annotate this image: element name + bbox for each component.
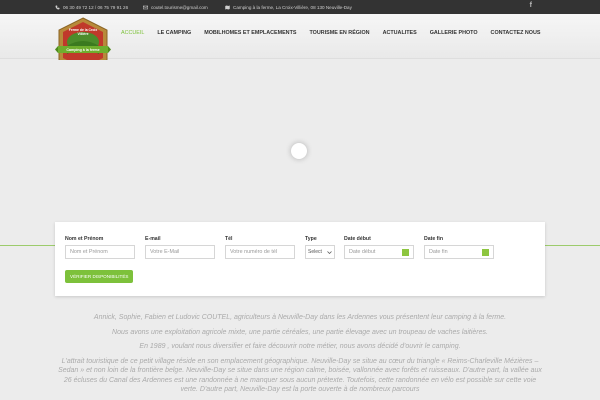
phone-info[interactable]: 06 30 49 72 12 / 06 75 79 91 26 xyxy=(55,2,128,12)
nav-actualites[interactable]: ACTUALITES xyxy=(383,30,417,36)
nav-tourisme[interactable]: TOURISME EN RÉGION xyxy=(309,30,369,36)
intro-paragraph: Annick, Sophie, Fabien et Ludovic COUTEL… xyxy=(93,314,507,321)
tel-input[interactable]: Votre numéro de tél xyxy=(225,245,295,259)
main-nav: ACCUEIL LE CAMPING MOBILHOMES ET EMPLACE… xyxy=(121,30,553,36)
nav-mobilhomes[interactable]: MOBILHOMES ET EMPLACEMENTS xyxy=(204,30,296,36)
phone-icon xyxy=(55,5,60,9)
site-header: Ferme de la Croix Villière Camping à la … xyxy=(0,14,600,73)
type-select[interactable]: Select xyxy=(305,245,335,259)
facebook-icon[interactable]: f xyxy=(530,2,532,9)
name-input[interactable]: Nom et Prénom xyxy=(65,245,135,259)
end-date-placeholder: Date fin xyxy=(429,249,448,255)
email-label: E-mail xyxy=(145,236,161,242)
logo-ribbon-text: Camping à la ferme xyxy=(66,47,100,52)
nav-gallerie[interactable]: GALLERIE PHOTO xyxy=(430,30,478,36)
nav-accueil[interactable]: ACCUEIL xyxy=(121,30,144,36)
email-info[interactable]: coutel.tourisme@gmail.com xyxy=(143,2,208,12)
top-info-bar: 06 30 49 72 12 / 06 75 79 91 26 coutel.t… xyxy=(0,0,600,14)
tel-field-group: Tél Votre numéro de tél xyxy=(225,236,295,259)
intro-text: Annick, Sophie, Fabien et Ludovic COUTEL… xyxy=(55,313,545,400)
email-field-group: E-mail Votre E-Mail xyxy=(145,236,215,259)
nav-contact[interactable]: CONTACTEZ NOUS xyxy=(491,30,541,36)
phone-text: 06 30 49 72 12 / 06 75 79 91 26 xyxy=(63,4,129,10)
start-date-placeholder: Date début xyxy=(349,249,376,255)
end-date-label: Date fin xyxy=(424,236,444,242)
booking-form: Nom et Prénom Nom et Prénom E-mail Votre… xyxy=(55,222,545,296)
map-icon xyxy=(225,5,230,9)
start-date-input[interactable]: Date début xyxy=(344,245,414,259)
chevron-down-icon xyxy=(327,250,332,254)
calendar-icon[interactable] xyxy=(402,248,409,256)
name-label: Nom et Prénom xyxy=(65,236,104,242)
intro-paragraph: En 1989 , voulant nous diversifier et fa… xyxy=(139,343,461,350)
logo-top-text: Ferme de la Croix Villière xyxy=(68,28,98,36)
end-date-field-group: Date fin Date fin xyxy=(424,236,494,259)
start-date-label: Date début xyxy=(344,236,371,242)
check-availability-button[interactable]: VÉRIFIER DISPONIBILITÉS xyxy=(65,270,134,283)
email-input[interactable]: Votre E-Mail xyxy=(145,245,215,259)
loading-spinner-icon xyxy=(291,143,307,159)
tel-label: Tél xyxy=(225,236,233,242)
end-date-input[interactable]: Date fin xyxy=(424,245,494,259)
address-info: Camping à la ferme, La Croix-Villière, 0… xyxy=(225,2,352,12)
calendar-icon[interactable] xyxy=(482,248,489,256)
envelope-icon xyxy=(143,5,148,9)
start-date-field-group: Date début Date début xyxy=(344,236,414,259)
hero-slider xyxy=(0,60,600,222)
email-text: coutel.tourisme@gmail.com xyxy=(151,4,208,10)
intro-paragraph: L'attrait touristique de ce petit villag… xyxy=(58,357,542,394)
name-field-group: Nom et Prénom Nom et Prénom xyxy=(65,236,135,259)
type-select-value: Select xyxy=(308,249,322,255)
type-field-group: Type Select xyxy=(305,236,335,259)
address-text: Camping à la ferme, La Croix-Villière, 0… xyxy=(233,4,352,10)
nav-le-camping[interactable]: LE CAMPING xyxy=(157,30,191,36)
intro-paragraph: Nous avons une exploitation agricole mix… xyxy=(112,328,488,336)
type-label: Type xyxy=(305,236,317,242)
